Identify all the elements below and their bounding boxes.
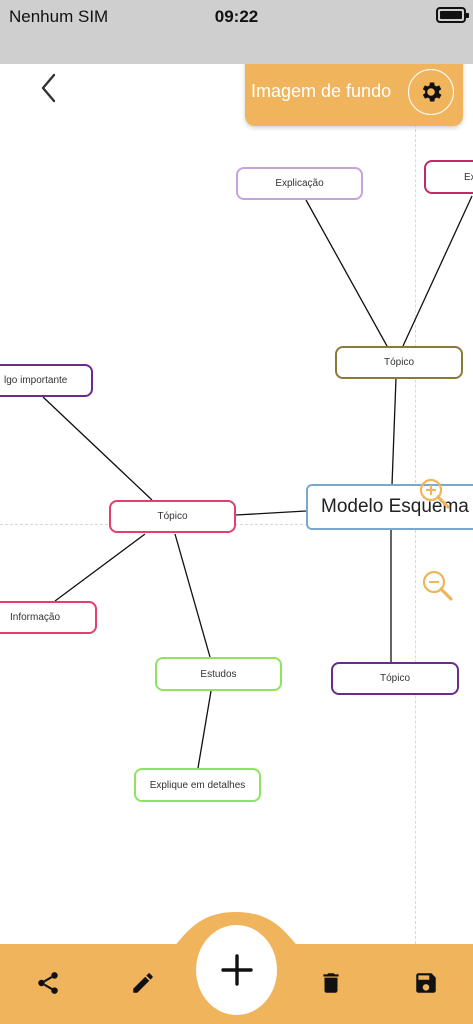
node-label: lgo importante bbox=[4, 375, 68, 386]
link-ex-topico bbox=[402, 195, 473, 347]
back-button[interactable] bbox=[34, 68, 64, 108]
zoom-out-button[interactable] bbox=[420, 568, 454, 602]
node-label: Explicação bbox=[275, 178, 324, 189]
mindmap-canvas[interactable]: Explicação Ex Tópico lgo importante Mode… bbox=[0, 64, 473, 944]
add-node-button[interactable] bbox=[196, 925, 277, 1015]
node-top-right[interactable]: Ex bbox=[424, 160, 473, 194]
node-explique[interactable]: Explique em detalhes bbox=[134, 768, 261, 802]
zoom-in-button[interactable] bbox=[417, 476, 451, 510]
node-explicacao[interactable]: Explicação bbox=[236, 167, 363, 200]
node-label: Tópico bbox=[383, 357, 414, 368]
link-topico-center bbox=[391, 377, 397, 486]
edit-button[interactable] bbox=[126, 966, 160, 1000]
node-algo-importante[interactable]: lgo importante bbox=[0, 364, 93, 397]
settings-button[interactable] bbox=[408, 69, 454, 115]
plus-icon bbox=[220, 954, 253, 986]
background-image-label: Imagem de fundo bbox=[251, 80, 392, 101]
node-label: Tópico bbox=[379, 673, 410, 684]
link-topico-estudos bbox=[174, 533, 211, 658]
node-label: Tópico bbox=[157, 511, 188, 522]
status-time: 09:22 bbox=[214, 7, 259, 26]
node-label: Estudos bbox=[200, 668, 237, 680]
node-topico-lower[interactable]: Tópico bbox=[331, 662, 459, 695]
share-button[interactable] bbox=[31, 966, 65, 1000]
node-topico-upper[interactable]: Tópico bbox=[335, 346, 463, 379]
save-button[interactable] bbox=[409, 966, 443, 1000]
floppy-disk-icon bbox=[416, 973, 436, 993]
node-label: Explique em detalhes bbox=[149, 779, 246, 791]
status-bar: Nenhum SIM 09:22 bbox=[0, 0, 473, 64]
gear-icon bbox=[422, 82, 442, 102]
share-icon bbox=[38, 972, 58, 994]
battery-icon bbox=[436, 7, 469, 23]
link-center-topico-left bbox=[235, 510, 307, 516]
link-explicacao-topico bbox=[305, 199, 388, 347]
link-estudos-explique bbox=[197, 690, 212, 769]
zoom-out-icon bbox=[422, 570, 453, 601]
chevron-left-icon bbox=[41, 73, 56, 103]
node-estudos[interactable]: Estudos bbox=[155, 657, 282, 691]
node-label: Ex bbox=[464, 171, 473, 183]
node-informacao[interactable]: Informação bbox=[0, 601, 97, 634]
node-label: Informação bbox=[10, 612, 61, 623]
link-topico-informacao bbox=[54, 533, 146, 602]
node-topico-left[interactable]: Tópico bbox=[109, 500, 236, 533]
pencil-icon bbox=[133, 973, 153, 993]
zoom-in-icon bbox=[419, 478, 450, 509]
trash-icon bbox=[323, 973, 339, 993]
link-algo-topico-left bbox=[42, 396, 153, 501]
background-image-button[interactable]: Imagem de fundo bbox=[245, 64, 463, 126]
delete-button[interactable] bbox=[314, 966, 348, 1000]
